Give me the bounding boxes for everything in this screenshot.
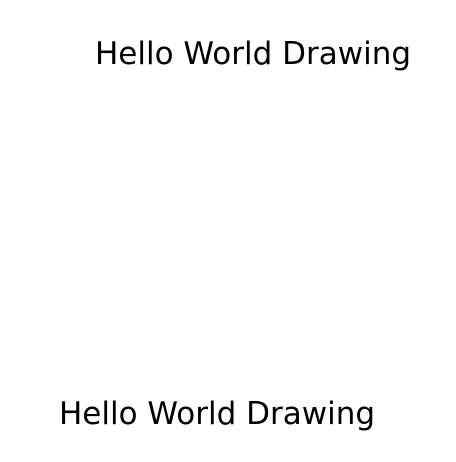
canvas-text-top: Hello World Drawing: [95, 36, 412, 72]
drawing-canvas: Hello World Drawing Hello World Drawing: [0, 0, 456, 462]
canvas-text-bottom: Hello World Drawing: [59, 396, 376, 432]
